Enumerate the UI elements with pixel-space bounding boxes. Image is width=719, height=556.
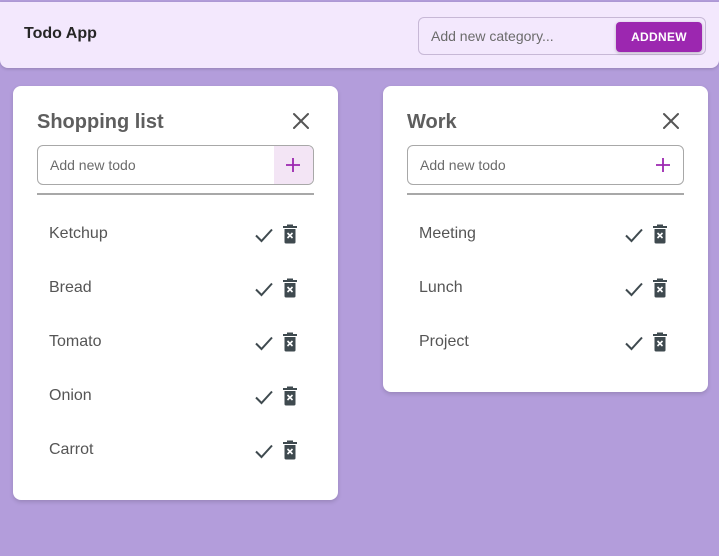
- plus-icon: [656, 158, 670, 172]
- todo-item: Project: [407, 316, 684, 370]
- todo-item: Carrot: [37, 424, 314, 478]
- card-title: Work: [407, 111, 457, 133]
- todo-item: Tomato: [37, 316, 314, 370]
- check-icon[interactable]: [254, 279, 274, 299]
- todo-label: Bread: [49, 279, 92, 296]
- divider: [37, 193, 314, 195]
- todo-label: Project: [419, 333, 469, 350]
- check-icon[interactable]: [254, 225, 274, 245]
- check-icon[interactable]: [624, 225, 644, 245]
- add-todo-button[interactable]: [274, 146, 313, 184]
- todo-label: Carrot: [49, 441, 94, 458]
- add-todo-input[interactable]: [420, 146, 640, 184]
- close-icon[interactable]: [290, 110, 312, 132]
- close-icon[interactable]: [660, 110, 682, 132]
- check-icon[interactable]: [254, 333, 274, 353]
- category-card-work: Work Meeting Lunch Project: [383, 86, 708, 392]
- add-todo-input[interactable]: [50, 146, 270, 184]
- trash-icon[interactable]: [651, 224, 669, 244]
- check-icon[interactable]: [624, 333, 644, 353]
- add-todo-field: [37, 145, 314, 185]
- check-icon[interactable]: [254, 387, 274, 407]
- todo-item: Onion: [37, 370, 314, 424]
- todo-label: Meeting: [419, 225, 476, 242]
- trash-icon[interactable]: [651, 332, 669, 352]
- todo-item: Bread: [37, 262, 314, 316]
- add-todo-button[interactable]: [644, 146, 683, 184]
- add-category-button[interactable]: ADDNEW: [616, 22, 702, 52]
- todo-item: Meeting: [407, 208, 684, 262]
- trash-icon[interactable]: [281, 224, 299, 244]
- trash-icon[interactable]: [281, 386, 299, 406]
- trash-icon[interactable]: [281, 278, 299, 298]
- todo-label: Tomato: [49, 333, 102, 350]
- todo-label: Lunch: [419, 279, 463, 296]
- app-title: Todo App: [24, 25, 97, 42]
- app-bar: Todo App ADD NEW: [0, 2, 719, 68]
- divider: [407, 193, 684, 195]
- todo-item: Ketchup: [37, 208, 314, 262]
- check-icon[interactable]: [254, 441, 274, 461]
- todo-item: Lunch: [407, 262, 684, 316]
- category-field: ADD NEW: [418, 17, 706, 55]
- category-card-shopping-list: Shopping list Ketchup Bread Tomato Onion…: [13, 86, 338, 500]
- trash-icon[interactable]: [651, 278, 669, 298]
- trash-icon[interactable]: [281, 332, 299, 352]
- todo-label: Onion: [49, 387, 92, 404]
- todo-label: Ketchup: [49, 225, 108, 242]
- plus-icon: [286, 158, 300, 172]
- category-input[interactable]: [431, 18, 611, 54]
- check-icon[interactable]: [624, 279, 644, 299]
- card-title: Shopping list: [37, 111, 164, 133]
- add-todo-field: [407, 145, 684, 185]
- trash-icon[interactable]: [281, 440, 299, 460]
